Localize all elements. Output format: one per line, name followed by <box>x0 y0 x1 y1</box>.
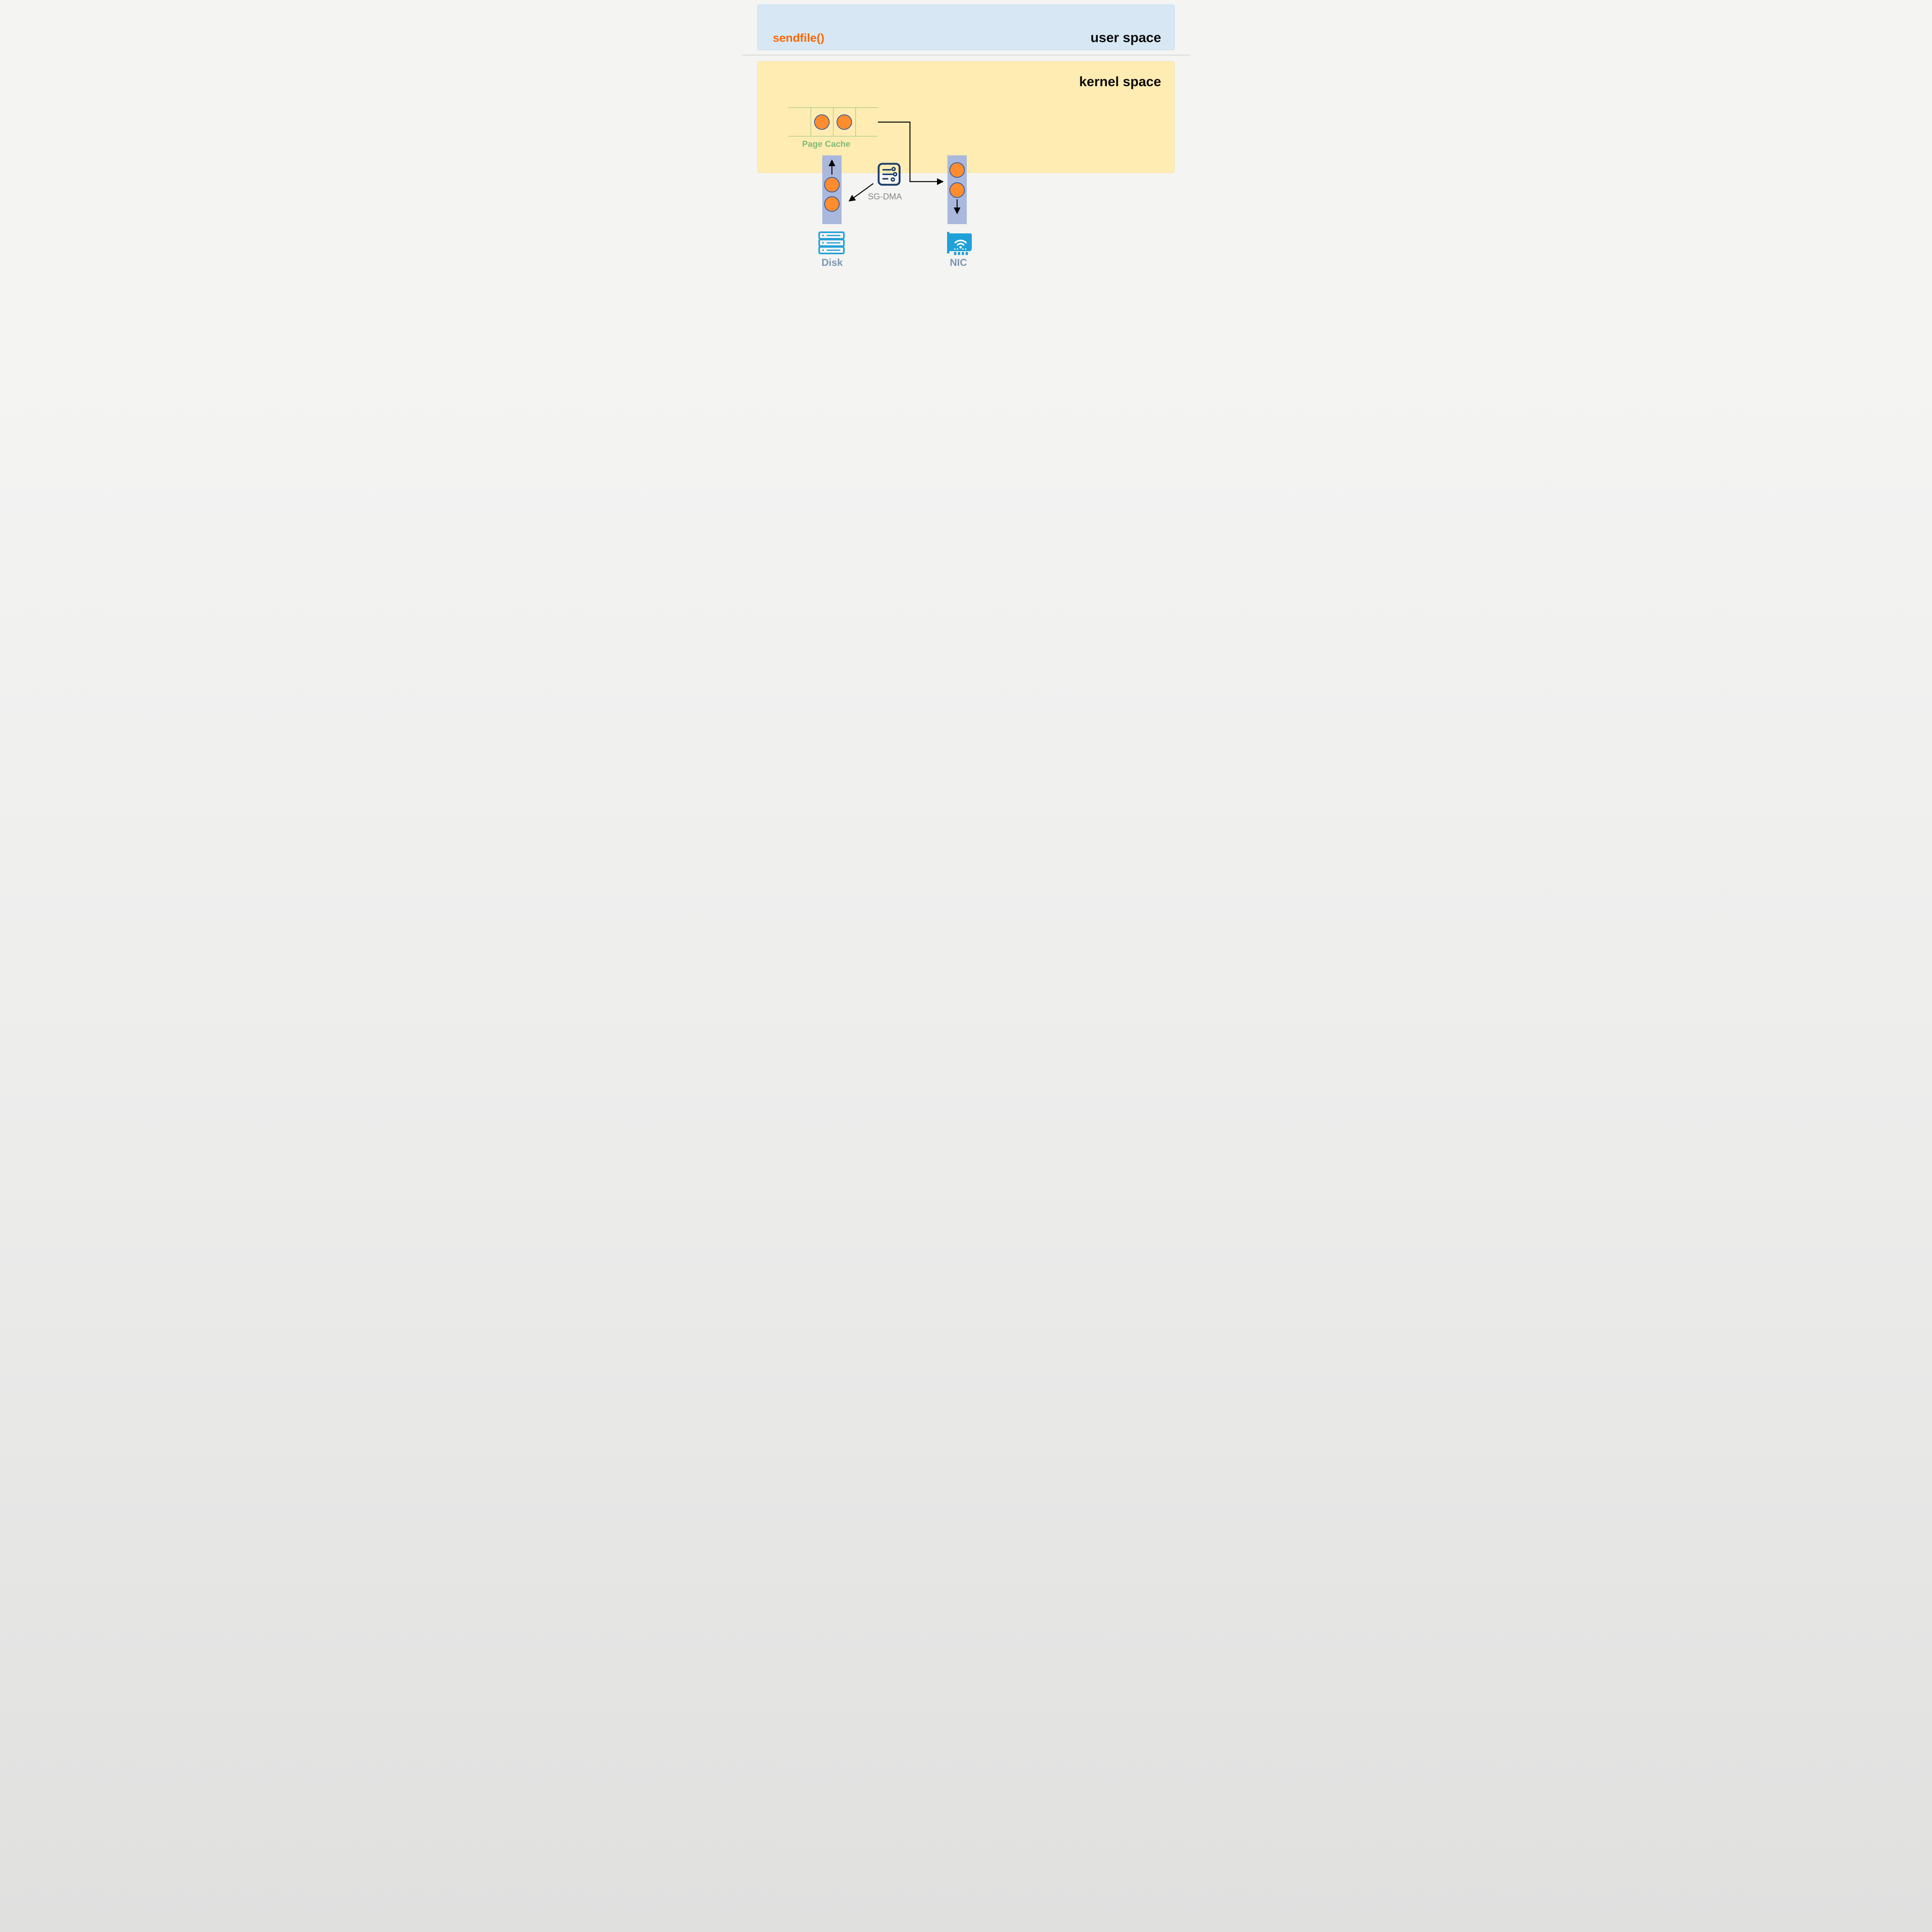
sg-dma-label: SG-DMA <box>868 192 902 202</box>
page-cache-dot <box>814 114 830 130</box>
disk-label: Disk <box>821 257 843 269</box>
page-cache-dot <box>837 114 852 130</box>
disk-icon <box>818 231 845 255</box>
page-cache-grid <box>788 107 878 136</box>
disk-buffer-dot <box>824 177 840 192</box>
nic-buffer-dot <box>949 182 965 198</box>
disk-buffer-dot <box>824 196 840 212</box>
nic-label: NIC <box>950 257 967 269</box>
nic-buffer-dot <box>949 162 965 178</box>
user-space-title: user space <box>1090 30 1161 46</box>
diagram-stage: sendfile() user space kernel space Page … <box>742 0 1190 328</box>
kernel-space-title: kernel space <box>1079 74 1161 90</box>
nic-icon <box>945 230 973 257</box>
sendfile-label: sendfile() <box>773 32 824 45</box>
page-cache-label: Page Cache <box>802 139 850 149</box>
chip-icon <box>877 162 901 186</box>
